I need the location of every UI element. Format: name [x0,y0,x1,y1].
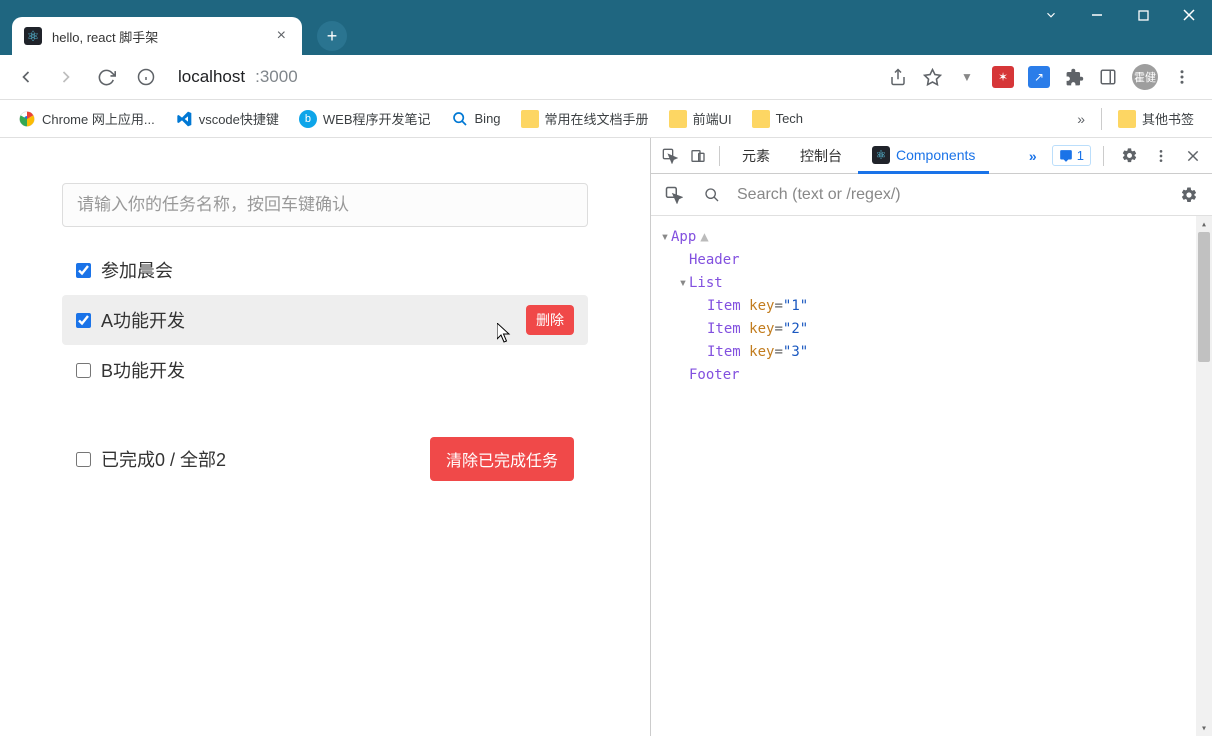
todo-app: 参加晨会 A功能开发 删除 B功能开发 已完成0 / 全部2 清除已完成任务 [0,138,650,736]
bookmark-label: 前端UI [693,109,732,128]
bookmark-frontend-ui[interactable]: 前端UI [661,105,740,132]
task-input[interactable] [62,183,588,227]
browser-tab[interactable]: ⚛ hello, react 脚手架 × [12,17,302,55]
todo-footer: 已完成0 / 全部2 清除已完成任务 [62,437,588,481]
react-favicon: ⚛ [24,27,42,45]
extension-icon-1[interactable]: ✶ [992,66,1014,88]
minimize-button[interactable] [1074,0,1120,30]
bookmark-webdev[interactable]: bWEB程序开发笔记 [291,105,439,132]
react-icon: ⚛ [872,146,890,164]
component-tree[interactable]: ▾App▲ Header ▾List Item key="1" Item key… [651,216,1212,736]
devtools-menu-icon[interactable] [1148,143,1174,169]
bookmark-vscode[interactable]: vscode快捷键 [167,105,287,132]
devtools-tabs: 元素 控制台 ⚛ Components » 1 [651,138,1212,174]
back-button[interactable] [10,61,42,93]
delete-task-button[interactable]: 删除 [526,305,574,335]
url-display[interactable]: localhost :3000 [170,67,880,87]
profile-avatar[interactable]: 霍健 [1132,64,1158,90]
task-checkbox[interactable] [76,263,91,278]
bookmark-bing[interactable]: Bing [443,106,509,132]
bookmark-label: WEB程序开发笔记 [323,109,431,128]
close-devtools-icon[interactable] [1180,143,1206,169]
tabs-overflow-icon[interactable]: » [1020,143,1046,169]
task-item[interactable]: B功能开发 [62,345,588,395]
warning-icon: ▲ [700,226,708,249]
bookmark-label: vscode快捷键 [199,109,279,128]
tree-node-app[interactable]: ▾App▲ [651,226,1212,249]
close-tab-icon[interactable]: × [273,27,290,45]
select-element-icon[interactable] [661,182,687,208]
task-label: 参加晨会 [101,257,574,283]
settings-icon[interactable] [1116,143,1142,169]
scroll-up-icon[interactable]: ▴ [1196,216,1212,232]
bookmarks-bar: Chrome 网上应用... vscode快捷键 bWEB程序开发笔记 Bing… [0,100,1212,138]
tab-console[interactable]: 控制台 [786,138,856,174]
tree-scrollbar[interactable]: ▴ ▾ [1196,216,1212,736]
bookmark-tech[interactable]: Tech [744,106,811,132]
message-count: 1 [1077,148,1084,163]
bookmark-chrome-store[interactable]: Chrome 网上应用... [10,105,163,132]
tab-elements[interactable]: 元素 [728,138,784,174]
site-info-icon[interactable] [130,61,162,93]
close-window-button[interactable] [1166,0,1212,30]
vite-ext-icon[interactable]: ▼ [956,66,978,88]
tab-label: Components [896,147,975,163]
tree-node-footer[interactable]: Footer [651,364,1212,387]
sidepanel-icon[interactable] [1098,67,1118,87]
reload-button[interactable] [90,61,122,93]
address-bar: localhost :3000 ▼ ✶ ↗ 霍健 [0,55,1212,100]
task-label: B功能开发 [101,357,574,383]
devtools-panel: 元素 控制台 ⚛ Components » 1 [650,138,1212,736]
bookmark-label: Tech [776,111,803,126]
window-titlebar: ⚛ hello, react 脚手架 × + [0,0,1212,55]
tree-node-header[interactable]: Header [651,249,1212,272]
clear-completed-button[interactable]: 清除已完成任务 [430,437,574,481]
tree-node-item[interactable]: Item key="3" [651,341,1212,364]
components-settings-icon[interactable] [1176,182,1202,208]
extension-icon-2[interactable]: ↗ [1028,66,1050,88]
bookmarks-separator [1101,108,1102,130]
bookmark-docs[interactable]: 常用在线文档手册 [513,105,657,132]
url-port: :3000 [255,67,298,87]
device-toggle-icon[interactable] [685,143,711,169]
footer-summary: 已完成0 / 全部2 [101,446,420,472]
tab-title: hello, react 脚手架 [52,27,263,46]
other-bookmarks[interactable]: 其他书签 [1110,105,1202,132]
maximize-button[interactable] [1120,0,1166,30]
separator [719,146,720,166]
separator [1103,146,1104,166]
task-item[interactable]: A功能开发 删除 [62,295,588,345]
inspect-element-icon[interactable] [657,143,683,169]
bookmark-star-icon[interactable] [922,67,942,87]
bookmark-label: Bing [475,111,501,126]
tree-node-item[interactable]: Item key="1" [651,295,1212,318]
message-count-badge[interactable]: 1 [1052,145,1091,166]
task-list: 参加晨会 A功能开发 删除 B功能开发 [62,245,588,395]
bookmarks-overflow[interactable]: » [1069,107,1093,131]
dropdown-icon[interactable] [1028,0,1074,30]
task-checkbox[interactable] [76,363,91,378]
forward-button[interactable] [50,61,82,93]
search-input[interactable] [737,186,1164,204]
tree-node-item[interactable]: Item key="2" [651,318,1212,341]
url-host: localhost [178,67,245,87]
task-checkbox[interactable] [76,313,91,328]
tab-components[interactable]: ⚛ Components [858,138,989,174]
bookmark-label: Chrome 网上应用... [42,109,155,128]
task-label: A功能开发 [101,307,516,333]
task-item[interactable]: 参加晨会 [62,245,588,295]
browser-menu-icon[interactable] [1172,67,1192,87]
select-all-checkbox[interactable] [76,452,91,467]
bookmark-label: 其他书签 [1142,109,1194,128]
devtools-search-bar [651,174,1212,216]
extensions-icon[interactable] [1064,67,1084,87]
tree-node-list[interactable]: ▾List [651,272,1212,295]
search-icon[interactable] [699,182,725,208]
scroll-thumb[interactable] [1198,232,1210,362]
new-tab-button[interactable]: + [317,21,347,51]
share-icon[interactable] [888,67,908,87]
bookmark-label: 常用在线文档手册 [545,109,649,128]
scroll-down-icon[interactable]: ▾ [1196,720,1212,736]
